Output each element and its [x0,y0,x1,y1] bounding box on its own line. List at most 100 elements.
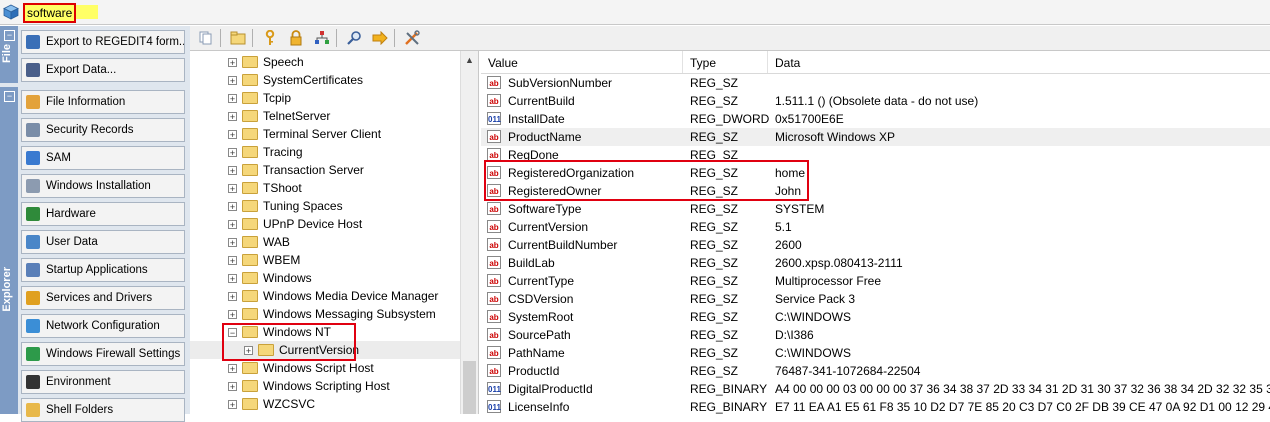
expand-icon[interactable]: + [228,201,237,211]
column-header-data[interactable]: Data [768,51,1270,73]
sidebar-button-windows-firewall-settings[interactable]: Windows Firewall Settings [21,342,185,366]
expand-icon[interactable]: + [228,309,237,319]
tree-item-label: UPnP Device Host [263,217,363,231]
folder-icon [242,362,258,374]
collapse-icon[interactable]: − [228,327,237,337]
tree-item[interactable]: + SystemCertificates [190,71,460,89]
tree-item[interactable]: + Windows [190,269,460,287]
tree-item[interactable]: + WBEM [190,251,460,269]
tree-scrollbar[interactable]: ▲ [460,51,478,414]
expand-icon[interactable]: + [228,399,237,409]
value-row[interactable]: ab ProductId REG_SZ 76487-341-1072684-22504 [481,362,1270,380]
expand-icon[interactable]: + [228,111,237,121]
sidebar-button-sam[interactable]: SAM [21,146,185,170]
expand-icon[interactable]: + [228,93,237,103]
value-row[interactable]: 011 LicenseInfo REG_BINARY E7 11 EA A1 E5 6… [481,398,1270,414]
expand-icon[interactable]: + [228,381,237,391]
tree-item[interactable]: + UPnP Device Host [190,215,460,233]
value-row[interactable]: ab SourcePath REG_SZ D:\I386 [481,326,1270,344]
tree-item[interactable]: + Tcpip [190,89,460,107]
expand-icon[interactable]: + [228,291,237,301]
column-header-value[interactable]: Value [481,51,683,73]
tree-item[interactable]: + Transaction Server [190,161,460,179]
scroll-up-icon[interactable]: ▲ [465,55,474,65]
expand-icon[interactable]: + [228,165,237,175]
lock-icon[interactable] [288,30,304,46]
tools-icon[interactable] [404,30,420,46]
value-row[interactable]: ab BuildLab REG_SZ 2600.xpsp.080413-2111 [481,254,1270,272]
open-folder-icon[interactable] [230,30,246,46]
expand-icon[interactable]: + [228,129,237,139]
tree-item[interactable]: + Windows Script Host [190,359,460,377]
sidebar-button-hardware[interactable]: Hardware [21,202,185,226]
sidebar-button-user-data[interactable]: User Data [21,230,185,254]
arrow-right-icon[interactable] [372,30,388,46]
sidebar-button-shell-folders[interactable]: Shell Folders [21,398,185,422]
value-data: home [775,166,806,180]
expand-icon[interactable]: + [228,237,237,247]
tree-item[interactable]: + Windows Scripting Host [190,377,460,395]
tree-item[interactable]: + WAB [190,233,460,251]
expand-icon[interactable]: + [228,219,237,229]
value-row[interactable]: ab RegisteredOwner REG_SZ John [481,182,1270,200]
tree-item[interactable]: + Tracing [190,143,460,161]
value-row[interactable]: ab SubVersionNumber REG_SZ [481,74,1270,92]
value-row[interactable]: ab PathName REG_SZ C:\WINDOWS [481,344,1270,362]
expand-icon[interactable]: + [228,75,237,85]
tree-item[interactable]: + TelnetServer [190,107,460,125]
expand-icon[interactable]: + [228,273,237,283]
sidebar-button-network-configuration[interactable]: Network Configuration [21,314,185,338]
value-row[interactable]: ab SoftwareType REG_SZ SYSTEM [481,200,1270,218]
tree-structure-icon[interactable] [314,30,330,46]
hardware-icon [26,207,40,221]
expand-icon[interactable]: + [228,147,237,157]
explorer-section-header[interactable]: − Explorer [0,87,18,414]
value-row[interactable]: ab RegDone REG_SZ [481,146,1270,164]
tree-item[interactable]: + Windows Media Device Manager [190,287,460,305]
tree-item[interactable]: + TShoot [190,179,460,197]
key-icon[interactable] [262,30,278,46]
value-row[interactable]: ab RegisteredOrganization REG_SZ home [481,164,1270,182]
expand-icon[interactable]: + [228,57,237,67]
tree-item[interactable]: + Terminal Server Client [190,125,460,143]
file-section-header[interactable]: − File [0,26,18,83]
tree-item[interactable]: + WZCSVC [190,395,460,413]
value-row[interactable]: 011 InstallDate REG_DWORD 0x51700E6E [481,110,1270,128]
sidebar-button-startup-applications[interactable]: Startup Applications [21,258,185,282]
expand-icon[interactable]: + [228,363,237,373]
value-row[interactable]: ab ProductName REG_SZ Microsoft Windows XP [481,128,1270,146]
value-row[interactable]: ab CurrentBuild REG_SZ 1.511.1 () (Obsolete… [481,92,1270,110]
value-data: A4 00 00 00 03 00 00 00 37 36 34 38 37 2… [775,382,1270,396]
tree-item[interactable]: − Windows NT [190,323,460,341]
tree-item[interactable]: + Tuning Spaces [190,197,460,215]
sidebar-button-security-records[interactable]: Security Records [21,118,185,142]
tree-item-label: Transaction Server [263,163,364,177]
collapse-icon[interactable]: − [4,91,15,102]
hive-name-label[interactable]: software [23,3,77,23]
sidebar-button-file-information[interactable]: File Information [21,90,185,114]
sidebar-button-windows-installation[interactable]: Windows Installation [21,174,185,198]
sidebar-button-services-and-drivers[interactable]: Services and Drivers [21,286,185,310]
collapse-icon[interactable]: − [4,30,15,41]
expand-icon[interactable]: + [228,183,237,193]
tree-item[interactable]: + Speech [190,53,460,71]
sidebar-button-environment[interactable]: Environment [21,370,185,394]
sidebar-button-export-data[interactable]: Export Data... [21,58,185,82]
value-row[interactable]: 011 DigitalProductId REG_BINARY A4 00 00 00… [481,380,1270,398]
search-icon[interactable] [346,30,362,46]
expand-icon[interactable]: + [228,255,237,265]
tree-item-label: TShoot [263,181,302,195]
scrollbar-thumb[interactable] [463,361,476,414]
value-row[interactable]: ab CSDVersion REG_SZ Service Pack 3 [481,290,1270,308]
tree-item[interactable]: + CurrentVersion [190,341,460,359]
copy-icon[interactable] [198,30,214,46]
value-type: REG_SZ [690,94,739,108]
value-row[interactable]: ab CurrentType REG_SZ Multiprocessor Free [481,272,1270,290]
sidebar-button-export-to-regedit4-form[interactable]: Export to REGEDIT4 form... [21,30,185,54]
expand-icon[interactable]: + [244,345,253,355]
column-header-type[interactable]: Type [683,51,768,73]
tree-item[interactable]: + Windows Messaging Subsystem [190,305,460,323]
value-row[interactable]: ab CurrentBuildNumber REG_SZ 2600 [481,236,1270,254]
value-row[interactable]: ab SystemRoot REG_SZ C:\WINDOWS [481,308,1270,326]
value-row[interactable]: ab CurrentVersion REG_SZ 5.1 [481,218,1270,236]
